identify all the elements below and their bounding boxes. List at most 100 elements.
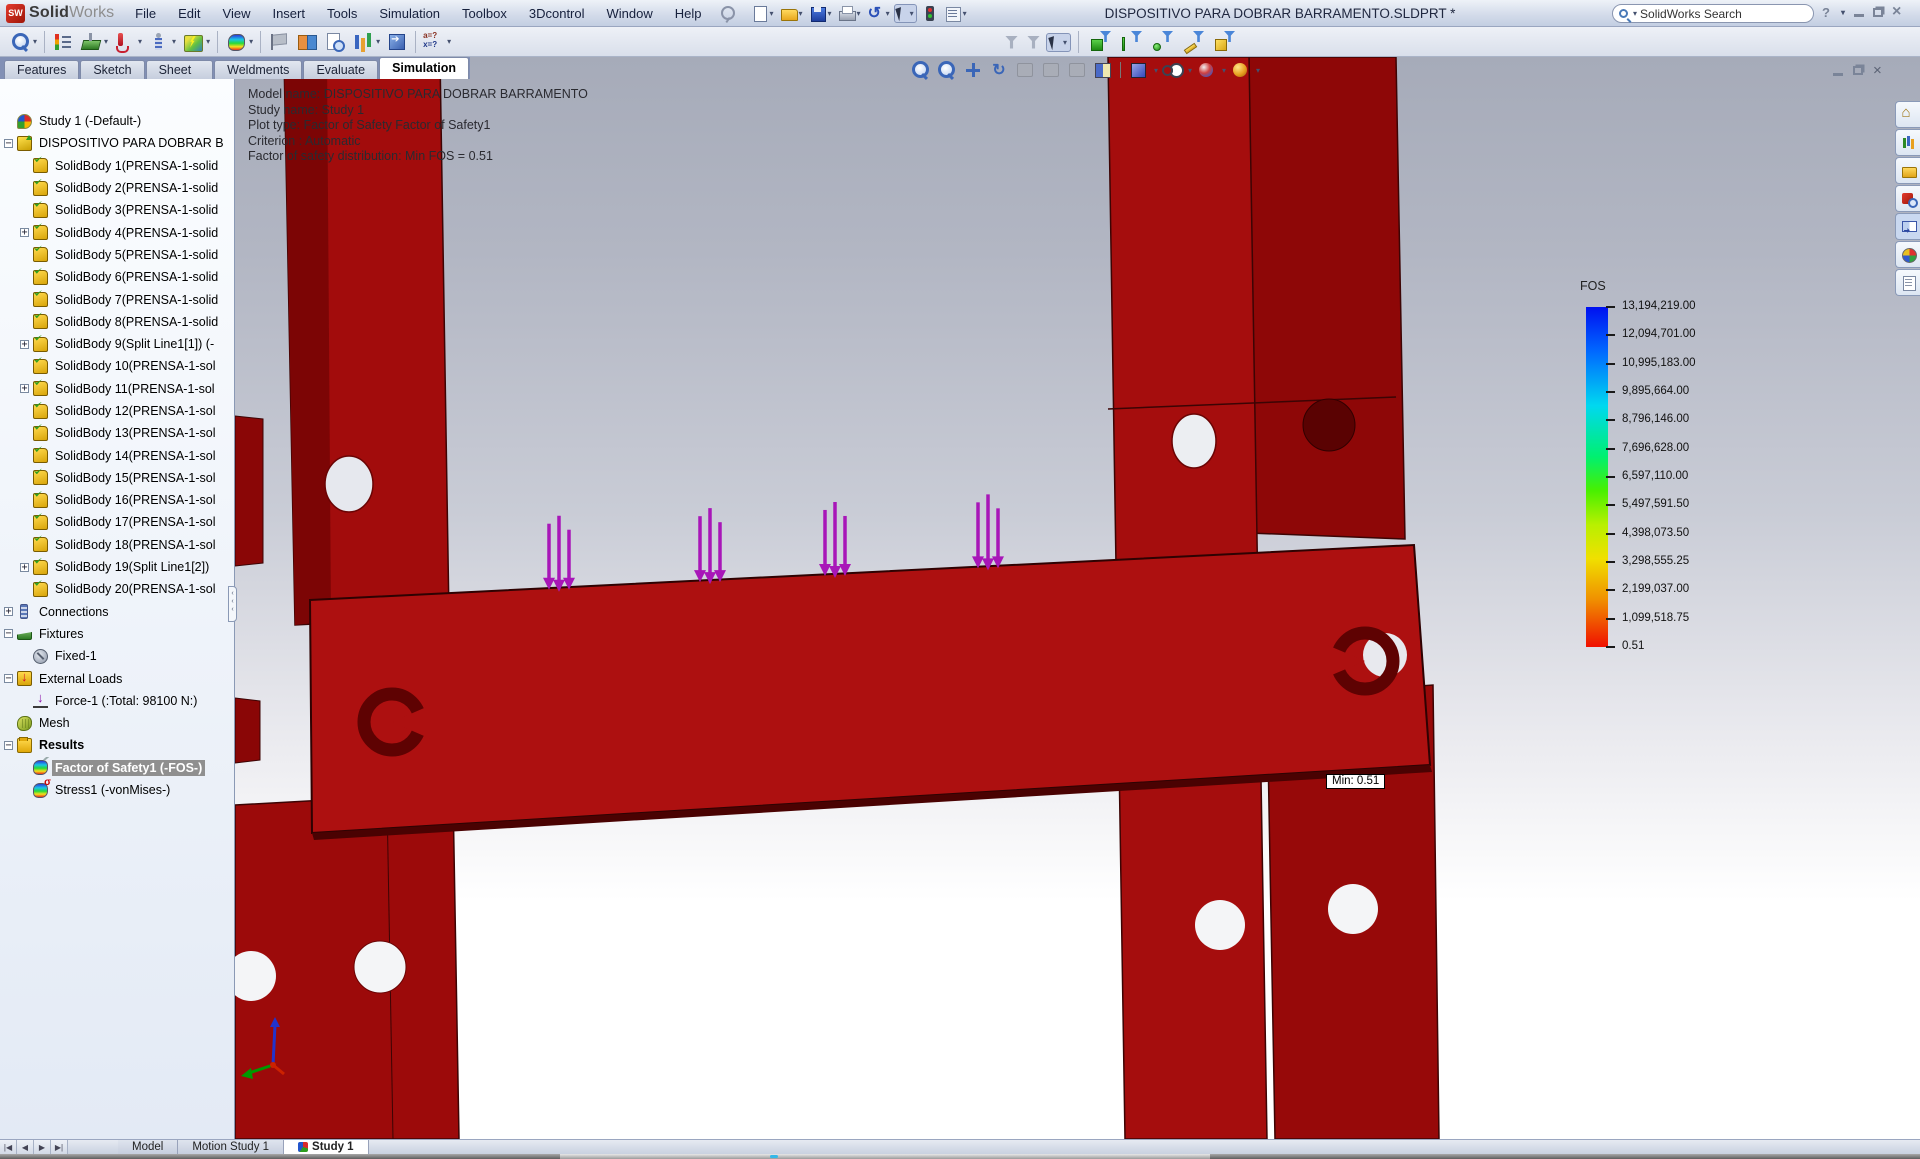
tree-item-solidbody-4-prensa-1-solid[interactable]: + SolidBody 4(PRENSA-1-solid xyxy=(0,221,234,243)
print-button[interactable]: ▾ xyxy=(836,3,863,24)
named-views-icon[interactable] xyxy=(1065,59,1089,81)
results-advisor-caret-icon[interactable]: ▾ xyxy=(249,37,253,46)
expand-icon[interactable]: + xyxy=(20,384,29,394)
tab-simulation[interactable]: Simulation xyxy=(379,57,469,79)
bottom-tab-motion-study-1[interactable]: Motion Study 1 xyxy=(178,1140,285,1154)
tree-item-fixed-1[interactable]: −Fixed-1 xyxy=(0,645,234,667)
display-style-caret-icon[interactable]: ▾ xyxy=(1154,66,1158,75)
tree-item-solidbody-16-prensa-1-sol[interactable]: −SolidBody 16(PRENSA-1-sol xyxy=(0,489,234,511)
tree-item-solidbody-15-prensa-1-sol[interactable]: −SolidBody 15(PRENSA-1-sol xyxy=(0,467,234,489)
tree-item-solidbody-5-prensa-1-solid[interactable]: −SolidBody 5(PRENSA-1-solid xyxy=(0,244,234,266)
help-button[interactable]: ? xyxy=(1822,5,1830,20)
tree-item-solidbody-20-prensa-1-sol[interactable]: −SolidBody 20(PRENSA-1-sol xyxy=(0,578,234,600)
compare-results-button[interactable] xyxy=(293,29,321,55)
tree-item-solidbody-3-prensa-1-solid[interactable]: −SolidBody 3(PRENSA-1-solid xyxy=(0,199,234,221)
menu-window[interactable]: Window xyxy=(596,1,664,26)
taskpane-appearances-button[interactable] xyxy=(1895,241,1920,268)
tree-item-solidbody-14-prensa-1-sol[interactable]: −SolidBody 14(PRENSA-1-sol xyxy=(0,444,234,466)
search-box[interactable]: ▾ SolidWorks Search xyxy=(1612,4,1814,23)
study-advisor-caret-icon[interactable]: ▾ xyxy=(33,37,37,46)
include-image-button[interactable] xyxy=(383,29,411,55)
print-caret-icon[interactable]: ▾ xyxy=(857,9,861,18)
rotate-view-icon[interactable] xyxy=(987,59,1011,81)
menu-tools[interactable]: Tools xyxy=(316,1,368,26)
tab-evaluate[interactable]: Evaluate xyxy=(303,60,379,79)
new-caret-icon[interactable]: ▾ xyxy=(770,9,774,18)
equations-button[interactable]: ▾ xyxy=(420,29,454,55)
section-view-icon[interactable] xyxy=(1091,59,1115,81)
pin-icon[interactable] xyxy=(720,6,735,20)
tree-item-fixtures[interactable]: − Fixtures xyxy=(0,623,234,645)
panel-splitter-grabber[interactable]: ‹ ‹ ‹ xyxy=(228,586,237,622)
model-list-button[interactable] xyxy=(49,29,77,55)
model-right-back-column[interactable] xyxy=(1248,57,1406,540)
options-caret-icon[interactable]: ▾ xyxy=(963,9,967,18)
edit-appearance-icon[interactable] xyxy=(1194,59,1218,81)
doc-restore-button[interactable] xyxy=(1853,66,1863,75)
collapse-icon[interactable]: − xyxy=(4,740,13,750)
filter-item-button[interactable] xyxy=(1002,34,1021,51)
minimize-button[interactable] xyxy=(1853,7,1864,17)
select-button[interactable]: ▾ xyxy=(893,3,917,23)
taskpane-search-results-button[interactable] xyxy=(1895,185,1920,212)
rebuild-button[interactable] xyxy=(919,3,940,24)
bottom-tab-model[interactable]: Model xyxy=(118,1140,179,1154)
tree-item-stress1-vonmises[interactable]: −Stress1 (-vonMises-) xyxy=(0,779,234,801)
fixtures-advisor-caret-icon[interactable]: ▾ xyxy=(104,37,108,46)
edit-appearance-caret-icon[interactable]: ▾ xyxy=(1222,66,1226,75)
filter-faces-button[interactable] xyxy=(1086,29,1114,55)
filter-edges-button[interactable] xyxy=(1117,29,1145,55)
tree-item-factor-of-safety1-fos[interactable]: −Factor of Safety1 (-FOS-) xyxy=(0,757,234,779)
new-button[interactable]: ▾ xyxy=(749,3,776,24)
fixtures-advisor-button[interactable]: ▾ xyxy=(77,29,111,55)
connections-advisor-caret-icon[interactable]: ▾ xyxy=(172,37,176,46)
tree-item-solidbody-7-prensa-1-solid[interactable]: −SolidBody 7(PRENSA-1-solid xyxy=(0,288,234,310)
filter-bodies-button[interactable] xyxy=(1210,29,1238,55)
display-style-icon[interactable] xyxy=(1126,59,1150,81)
previous-view-icon[interactable] xyxy=(1039,59,1063,81)
apply-scene-icon[interactable] xyxy=(1228,59,1252,81)
hide-show-items-caret-icon[interactable]: ▾ xyxy=(1188,66,1192,75)
doc-minimize-button[interactable] xyxy=(1833,66,1843,76)
tree-item-solidbody-6-prensa-1-solid[interactable]: −SolidBody 6(PRENSA-1-solid xyxy=(0,266,234,288)
apply-scene-caret-icon[interactable]: ▾ xyxy=(1256,66,1260,75)
restore-button[interactable] xyxy=(1872,7,1883,17)
collapse-icon[interactable]: − xyxy=(4,674,13,684)
tree-item-solidbody-18-prensa-1-sol[interactable]: −SolidBody 18(PRENSA-1-sol xyxy=(0,534,234,556)
tree-item-solidbody-12-prensa-1-sol[interactable]: −SolidBody 12(PRENSA-1-sol xyxy=(0,400,234,422)
model-beam[interactable] xyxy=(308,543,1432,835)
close-button[interactable]: × xyxy=(1892,3,1901,21)
menu-edit[interactable]: Edit xyxy=(167,1,211,26)
report-caret-icon[interactable]: ▾ xyxy=(376,37,380,46)
tab-weldments[interactable]: Weldments xyxy=(214,60,303,79)
windows-taskbar[interactable] xyxy=(0,1154,1920,1159)
menu-file[interactable]: File xyxy=(124,1,167,26)
expand-icon[interactable]: + xyxy=(4,607,13,617)
expand-icon[interactable]: + xyxy=(20,228,29,238)
open-caret-icon[interactable]: ▾ xyxy=(799,9,803,18)
taskpane-custom-properties-button[interactable] xyxy=(1895,269,1920,296)
tab-nav-first-button[interactable]: |◀ xyxy=(0,1140,17,1154)
study-advisor-button[interactable]: ▾ xyxy=(6,29,40,55)
hide-show-items-icon[interactable] xyxy=(1160,59,1184,81)
undo-caret-icon[interactable]: ▾ xyxy=(886,9,890,18)
tree-item-solidbody-9-split-line1-1[interactable]: + SolidBody 9(Split Line1[1]) (- xyxy=(0,333,234,355)
tree-item-external-loads[interactable]: − External Loads xyxy=(0,667,234,689)
pan-icon[interactable] xyxy=(961,59,985,81)
open-button[interactable]: ▾ xyxy=(778,3,805,24)
save-caret-icon[interactable]: ▾ xyxy=(828,9,832,18)
select-caret-icon[interactable]: ▾ xyxy=(910,9,914,18)
taskpane-view-palette-button[interactable] xyxy=(1895,213,1920,240)
tree-item-solidbody-10-prensa-1-sol[interactable]: −SolidBody 10(PRENSA-1-sol xyxy=(0,355,234,377)
menu-help[interactable]: Help xyxy=(664,1,713,26)
doc-close-button[interactable]: × xyxy=(1873,62,1882,79)
tab-nav-next-button[interactable]: ▶ xyxy=(34,1140,51,1154)
connections-advisor-button[interactable]: ▾ xyxy=(145,29,179,55)
menu-simulation[interactable]: Simulation xyxy=(368,1,451,26)
help-caret-icon[interactable]: ▾ xyxy=(1841,8,1845,17)
bottom-tab-study-1[interactable]: Study 1 xyxy=(284,1140,369,1154)
menu-3dcontrol[interactable]: 3Dcontrol xyxy=(518,1,596,26)
run-study-button[interactable]: ▾ xyxy=(179,29,213,55)
menu-insert[interactable]: Insert xyxy=(261,1,316,26)
tree-item-solidbody-11-prensa-1-sol[interactable]: + SolidBody 11(PRENSA-1-sol xyxy=(0,378,234,400)
